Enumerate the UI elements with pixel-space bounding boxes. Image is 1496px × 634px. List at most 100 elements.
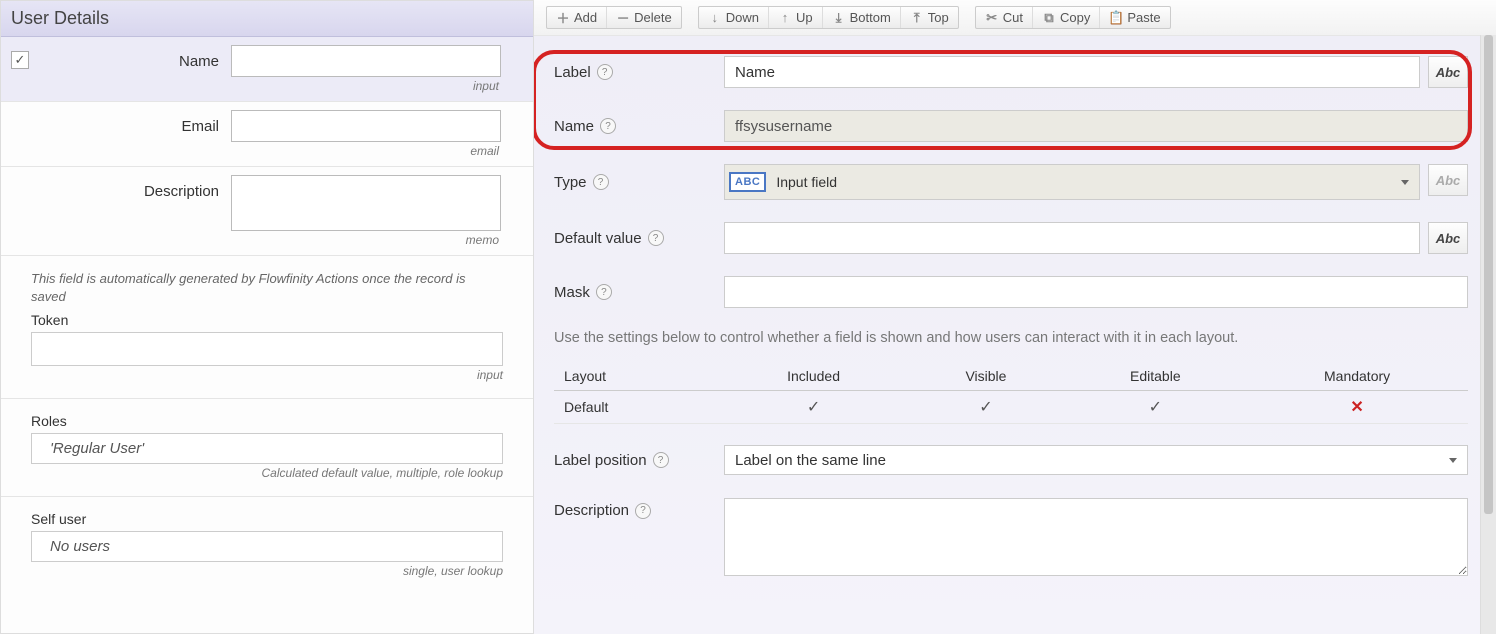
chevron-down-icon xyxy=(1401,180,1409,185)
form-body: Label? Abc Name? Type? ABC Input field xyxy=(534,36,1496,634)
mask-row: Mask? xyxy=(554,276,1468,308)
layout-th-layout: Layout xyxy=(554,362,720,391)
mask-label: Mask xyxy=(554,284,590,301)
selfuser-section: Self user No users single, user lookup xyxy=(1,497,533,594)
scrollbar[interactable] xyxy=(1480,35,1496,634)
panel-title: User Details xyxy=(1,1,533,37)
layout-th-visible: Visible xyxy=(907,362,1064,391)
token-section: This field is automatically generated by… xyxy=(1,256,533,399)
token-label: Token xyxy=(31,312,503,328)
help-icon[interactable]: ? xyxy=(600,118,616,134)
layout-th-included: Included xyxy=(720,362,908,391)
included-check-icon[interactable]: ✓ xyxy=(807,399,820,416)
default-value-input[interactable] xyxy=(724,222,1420,254)
form-description-textarea[interactable] xyxy=(724,498,1468,576)
app-root: User Details ✓ Name input Email xyxy=(0,0,1496,634)
token-input[interactable] xyxy=(31,332,503,366)
selfuser-label: Self user xyxy=(31,511,503,527)
visible-check-icon[interactable]: ✓ xyxy=(979,399,992,416)
type-field-label: Type xyxy=(554,174,587,191)
selfuser-hint: single, user lookup xyxy=(31,564,503,578)
toolbar-group-move: ↓Down ↑Up ⤓Bottom ⤒Top xyxy=(698,6,959,29)
bottom-icon: ⤓ xyxy=(832,11,846,25)
help-icon[interactable]: ? xyxy=(653,452,669,468)
roles-label: Roles xyxy=(31,413,503,429)
down-icon: ↓ xyxy=(708,11,722,25)
scrollbar-thumb[interactable] xyxy=(1484,35,1493,514)
roles-value[interactable]: 'Regular User' xyxy=(31,433,503,464)
cut-button[interactable]: ✂Cut xyxy=(976,7,1033,28)
default-value-abc-button[interactable]: Abc xyxy=(1428,222,1468,254)
name-label: Name xyxy=(39,45,231,93)
add-button[interactable]: ＋Add xyxy=(547,7,607,28)
email-section: Email email xyxy=(1,102,533,167)
email-label: Email xyxy=(39,110,231,158)
description-hint: memo xyxy=(231,233,501,247)
down-button[interactable]: ↓Down xyxy=(699,7,769,28)
name-section: ✓ Name input xyxy=(1,37,533,102)
help-icon[interactable]: ? xyxy=(635,503,651,519)
plus-icon: ＋ xyxy=(556,11,570,25)
paste-icon: 📋 xyxy=(1109,11,1123,25)
layout-row-default: Default ✓ ✓ ✓ ✕ xyxy=(554,391,1468,424)
help-icon[interactable]: ? xyxy=(648,230,664,246)
up-button[interactable]: ↑Up xyxy=(769,7,823,28)
right-panel: ＋Add －Delete ↓Down ↑Up ⤓Bottom ⤒Top ✂Cut… xyxy=(534,0,1496,634)
paste-button[interactable]: 📋Paste xyxy=(1100,7,1169,28)
layout-th-mandatory: Mandatory xyxy=(1246,362,1468,391)
type-select[interactable]: ABC Input field xyxy=(724,164,1420,200)
layout-row-name: Default xyxy=(554,391,720,424)
minus-icon: － xyxy=(616,11,630,25)
form-description-label: Description xyxy=(554,502,629,519)
roles-section: Roles 'Regular User' Calculated default … xyxy=(1,399,533,497)
top-button[interactable]: ⤒Top xyxy=(901,7,958,28)
user-details-panel: User Details ✓ Name input Email xyxy=(0,0,534,634)
cut-icon: ✂ xyxy=(985,11,999,25)
description-textarea[interactable] xyxy=(231,175,501,231)
roles-hint: Calculated default value, multiple, role… xyxy=(31,466,503,480)
label-position-value: Label on the same line xyxy=(735,452,886,469)
top-icon: ⤒ xyxy=(910,11,924,25)
bottom-button[interactable]: ⤓Bottom xyxy=(823,7,901,28)
name-hint: input xyxy=(231,79,501,93)
layout-table: Layout Included Visible Editable Mandato… xyxy=(554,362,1468,424)
toolbar-group-add-delete: ＋Add －Delete xyxy=(546,6,682,29)
up-icon: ↑ xyxy=(778,11,792,25)
layout-hint-text: Use the settings below to control whethe… xyxy=(554,330,1468,346)
panel-body: ✓ Name input Email email xyxy=(1,37,533,594)
help-icon[interactable]: ? xyxy=(596,284,612,300)
delete-button[interactable]: －Delete xyxy=(607,7,681,28)
description-section: Description memo xyxy=(1,167,533,256)
copy-button[interactable]: ⧉Copy xyxy=(1033,7,1100,28)
toolbar: ＋Add －Delete ↓Down ↑Up ⤓Bottom ⤒Top ✂Cut… xyxy=(534,0,1496,36)
type-abc-button[interactable]: Abc xyxy=(1428,164,1468,196)
form-description-row: Description? xyxy=(554,498,1468,576)
label-position-select[interactable]: Label on the same line xyxy=(724,445,1468,475)
label-row: Label? Abc xyxy=(554,56,1468,88)
label-position-row: Label position? Label on the same line xyxy=(554,444,1468,476)
copy-icon: ⧉ xyxy=(1042,11,1056,25)
mandatory-x-icon[interactable]: ✕ xyxy=(1350,399,1363,416)
editable-check-icon[interactable]: ✓ xyxy=(1149,399,1162,416)
name-row: Name? xyxy=(554,110,1468,142)
name-input[interactable] xyxy=(231,45,501,77)
email-input[interactable] xyxy=(231,110,501,142)
name-checkbox[interactable]: ✓ xyxy=(11,51,29,69)
description-label: Description xyxy=(39,175,231,247)
name-input-readonly xyxy=(724,110,1468,142)
name-field-label: Name xyxy=(554,118,594,135)
email-hint: email xyxy=(231,144,501,158)
token-hint: input xyxy=(31,368,503,382)
help-icon[interactable]: ? xyxy=(597,64,613,80)
type-row: Type? ABC Input field Abc xyxy=(554,164,1468,200)
selfuser-value[interactable]: No users xyxy=(31,531,503,562)
label-input[interactable] xyxy=(724,56,1420,88)
abc-chip-icon: ABC xyxy=(729,172,766,192)
label-abc-button[interactable]: Abc xyxy=(1428,56,1468,88)
label-field-label: Label xyxy=(554,64,591,81)
help-icon[interactable]: ? xyxy=(593,174,609,190)
type-value: Input field xyxy=(776,174,837,190)
mask-input[interactable] xyxy=(724,276,1468,308)
default-value-row: Default value? Abc xyxy=(554,222,1468,254)
chevron-down-icon xyxy=(1449,458,1457,463)
